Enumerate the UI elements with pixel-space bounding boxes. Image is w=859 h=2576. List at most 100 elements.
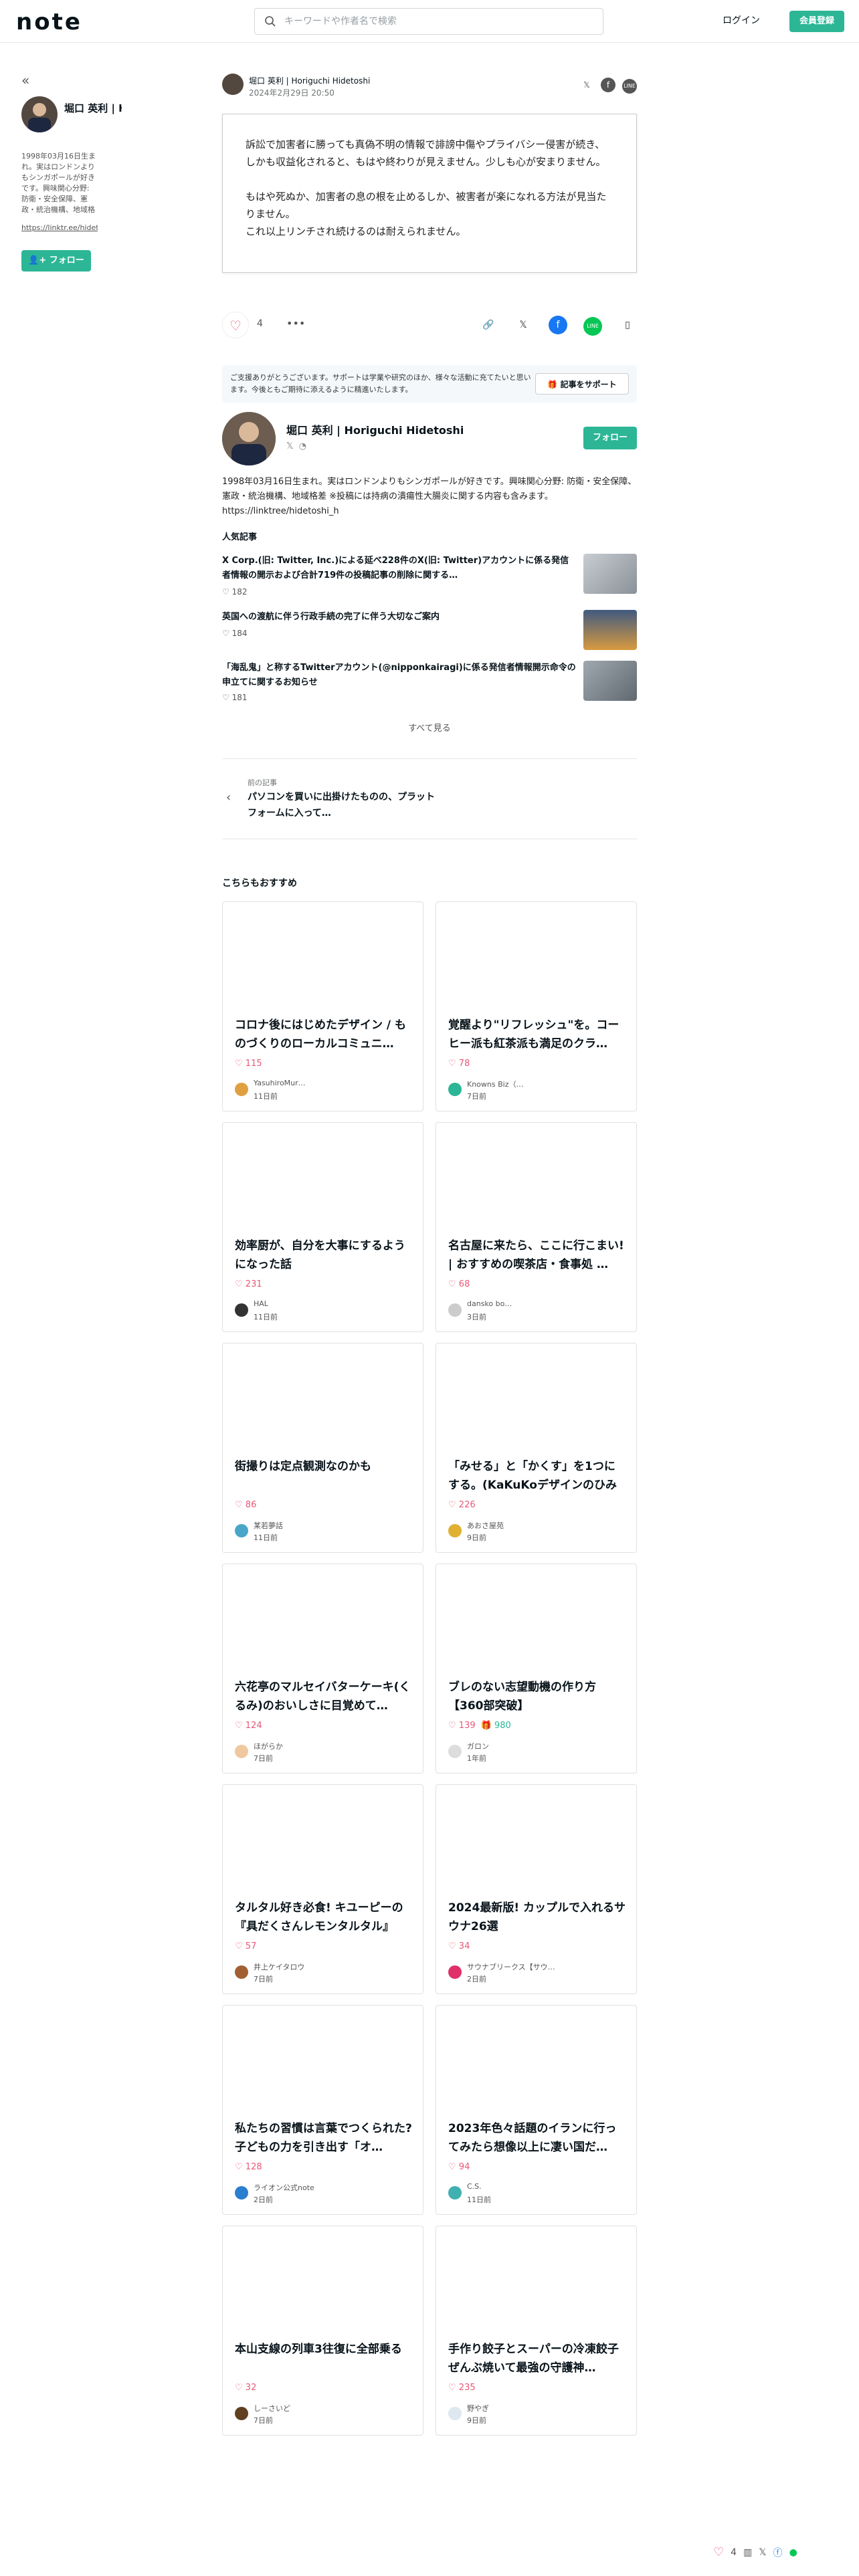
recommend-card[interactable]: 2024最新版! カップルで入れるサウナ26選 ♡ 34 サウナブリークス【サウ… [436, 1784, 637, 1994]
card-author[interactable]: しーさいど [254, 2403, 387, 2413]
avatar[interactable] [448, 2186, 462, 2199]
recommend-card[interactable]: 私たちの習慣は言葉でつくられた? 子どもの力を引き出す「オ… ♡ 128 ライオ… [222, 2005, 423, 2215]
sidebar-link[interactable]: https://linktr.ee/hidetoshi_h… [21, 223, 98, 232]
avatar[interactable] [448, 1083, 462, 1096]
creator-name[interactable]: 堀口 英利 | Horiguchi Hidetoshi [286, 421, 464, 437]
thumbnail[interactable] [583, 554, 637, 594]
card-author[interactable]: あおさ屋苑 [467, 1520, 601, 1531]
x-icon[interactable]: 𝕏 [579, 78, 594, 92]
list-item[interactable]: 英国への渡航に伴う行政手続の完了に伴う大切なご案内 ♡ 184 [222, 610, 637, 657]
card-author[interactable]: ほがらか [254, 1741, 387, 1751]
recommend-card[interactable]: 2023年色々話題のイランに行ってみたら想像以上に凄い国だ… ♡ 94 C.S.… [436, 2005, 637, 2215]
bookmark-icon[interactable]: ▯ [618, 316, 637, 334]
author-name[interactable]: 堀口 英利 | Horiguchi Hidetoshi [249, 75, 370, 86]
card-title[interactable]: 六花亭のマルセイバターケーキ(くるみ)のおいしさに目覚めて… [235, 1678, 413, 1715]
recommend-card[interactable]: 街撮りは定点観測なのかも ♡ 86 某若夢話 11日前 [222, 1343, 423, 1553]
recommend-card[interactable]: タルタル好き必食! キユーピーの『具だくさんレモンタルタル』は… ♡ 57 井上… [222, 1784, 423, 1994]
recommend-card[interactable]: ブレのない志望動機の作り方【360部突破】 ♡ 139 🎁 980 ガロン 1年前 [436, 1564, 637, 1774]
card-title[interactable]: コロナ後にはじめたデザイン / ものづくりのローカルコミュニ… [235, 1016, 413, 1053]
avatar[interactable] [235, 2407, 248, 2420]
sidebar-follow-button[interactable]: 👤+ フォロー [21, 250, 91, 272]
magazine-icon[interactable]: ▥ [743, 2547, 752, 2558]
recommend-card[interactable]: 本山支線の列車3往復に全部乗る ♡ 32 しーさいど 7日前 [222, 2226, 423, 2436]
card-title[interactable]: 街撮りは定点観測なのかも [235, 1457, 413, 1476]
list-item[interactable]: X Corp.(旧: Twitter, Inc.)による延べ228件のX(旧: … [222, 554, 637, 601]
avatar[interactable] [235, 1083, 248, 1096]
avatar[interactable] [222, 74, 244, 95]
support-button[interactable]: 🎁 記事をサポート [535, 373, 629, 395]
more-icon[interactable]: ••• [286, 317, 305, 330]
see-all-link[interactable]: すべて見る [222, 721, 637, 734]
avatar[interactable] [448, 1303, 462, 1317]
list-item[interactable]: 「海乱鬼」と称するTwitterアカウント(@nipponkairagi)に係る… [222, 661, 637, 708]
card-title[interactable]: ブレのない志望動機の作り方【360部突破】 [448, 1678, 626, 1715]
card-title[interactable]: 2024最新版! カップルで入れるサウナ26選 [448, 1899, 626, 1936]
x-icon[interactable]: 𝕏 [759, 2547, 766, 2558]
link-icon[interactable]: 🔗 [479, 316, 498, 334]
card-title[interactable]: 「みせる」と「かくす」を1つにする。(KaKuKoデザインのひみつ) [448, 1457, 626, 1495]
avatar[interactable] [448, 2407, 462, 2420]
recommend-card[interactable]: コロナ後にはじめたデザイン / ものづくりのローカルコミュニ… ♡ 115 Ya… [222, 901, 423, 1111]
thumbnail[interactable] [583, 661, 637, 701]
like-count[interactable]: 4 [257, 318, 263, 329]
follow-button[interactable]: フォロー [583, 427, 637, 449]
card-author[interactable]: ライオン公式note [254, 2182, 387, 2193]
card-title[interactable]: 私たちの習慣は言葉でつくられた? 子どもの力を引き出す「オ… [235, 2119, 413, 2157]
heart-icon[interactable]: ♡ [713, 2545, 724, 2559]
line-icon[interactable]: ● [789, 2547, 797, 2558]
prev-title[interactable]: パソコンを買いに出掛けたものの、プラットフォームに入って… [248, 789, 435, 821]
card-author[interactable]: Knowns Biz（… [467, 1079, 601, 1089]
card-author[interactable]: ガロン [467, 1741, 601, 1751]
avatar[interactable] [222, 412, 276, 465]
card-author[interactable]: 野やぎ [467, 2403, 601, 2413]
card-author[interactable]: 井上ケイタロウ [254, 1961, 387, 1972]
search-input[interactable] [284, 13, 592, 29]
card-author[interactable]: 某若夢話 [254, 1520, 387, 1531]
card-title[interactable]: 覚醒より"リフレッシュ"を。コーヒー派も紅茶派も満足のクラ… [448, 1016, 626, 1053]
line-icon[interactable]: LINE [622, 79, 637, 94]
avatar[interactable] [448, 1965, 462, 1979]
card-title[interactable]: 本山支線の列車3往復に全部乗る [235, 2340, 413, 2359]
popular-title[interactable]: 英国への渡航に伴う行政手続の完了に伴う大切なご案内 [222, 610, 577, 625]
x-icon[interactable]: 𝕏 [286, 441, 293, 451]
card-title[interactable]: 名古屋に来たら、ここに行こまい! | おすすめの喫茶店・食事処 … [448, 1237, 626, 1274]
popular-title[interactable]: 「海乱鬼」と称するTwitterアカウント(@nipponkairagi)に係る… [222, 661, 577, 690]
avatar[interactable] [235, 1965, 248, 1979]
avatar[interactable] [235, 1303, 248, 1317]
popular-title[interactable]: X Corp.(旧: Twitter, Inc.)による延べ228件のX(旧: … [222, 554, 577, 583]
facebook-icon[interactable]: ⓕ [773, 2546, 783, 2559]
card-title[interactable]: 2023年色々話題のイランに行ってみたら想像以上に凄い国だ… [448, 2119, 626, 2157]
note-logo[interactable]: note [16, 9, 82, 35]
avatar[interactable] [235, 2186, 248, 2199]
thumbnail[interactable] [583, 610, 637, 650]
avatar[interactable] [21, 96, 58, 132]
card-author[interactable]: サウナブリークス【サウ… [467, 1961, 601, 1972]
recommend-card[interactable]: 六花亭のマルセイバターケーキ(くるみ)のおいしさに目覚めて… ♡ 124 ほがら… [222, 1564, 423, 1774]
like-button[interactable]: ♡ [222, 312, 249, 338]
card-title[interactable]: 効率厨が、自分を大事にするようになった話 [235, 1237, 413, 1274]
recommend-card[interactable]: 効率厨が、自分を大事にするようになった話 ♡ 231 HAL 11日前 [222, 1122, 423, 1332]
card-author[interactable]: HAL [254, 1299, 387, 1308]
avatar[interactable] [448, 1524, 462, 1537]
recommend-card[interactable]: 「みせる」と「かくす」を1つにする。(KaKuKoデザインのひみつ) ♡ 226… [436, 1343, 637, 1553]
register-button[interactable]: 会員登録 [789, 11, 844, 32]
card-title[interactable]: 手作り餃子とスーパーの冷凍餃子ぜんぶ焼いて最強の守護神… [448, 2340, 626, 2377]
recommend-card[interactable]: 覚醒より"リフレッシュ"を。コーヒー派も紅茶派も満足のクラ… ♡ 78 Know… [436, 901, 637, 1111]
search-box[interactable] [254, 8, 603, 35]
login-link[interactable]: ログイン [723, 13, 760, 27]
card-author[interactable]: C.S. [467, 2182, 601, 2191]
recommend-card[interactable]: 手作り餃子とスーパーの冷凍餃子ぜんぶ焼いて最強の守護神… ♡ 235 野やぎ 9… [436, 2226, 637, 2436]
sidebar-creator-name[interactable]: 堀口 英利 | Horiguchi… [64, 100, 122, 116]
collapse-icon[interactable]: « [21, 72, 98, 88]
card-author[interactable]: dansko bo… [467, 1299, 601, 1308]
line-icon[interactable]: LINE [583, 317, 602, 336]
card-title[interactable]: タルタル好き必食! キユーピーの『具だくさんレモンタルタル』は… [235, 1899, 413, 1936]
facebook-icon[interactable]: f [601, 78, 615, 92]
card-author[interactable]: YasuhiroMur… [254, 1079, 387, 1087]
avatar[interactable] [235, 1524, 248, 1537]
x-icon[interactable]: 𝕏 [514, 316, 533, 334]
rss-icon[interactable]: ◔ [299, 441, 306, 451]
recommend-card[interactable]: 名古屋に来たら、ここに行こまい! | おすすめの喫茶店・食事処 … ♡ 68 d… [436, 1122, 637, 1332]
prev-article[interactable]: ‹ 前の記事 パソコンを買いに出掛けたものの、プラットフォームに入って… [222, 777, 436, 824]
avatar[interactable] [235, 1745, 248, 1758]
